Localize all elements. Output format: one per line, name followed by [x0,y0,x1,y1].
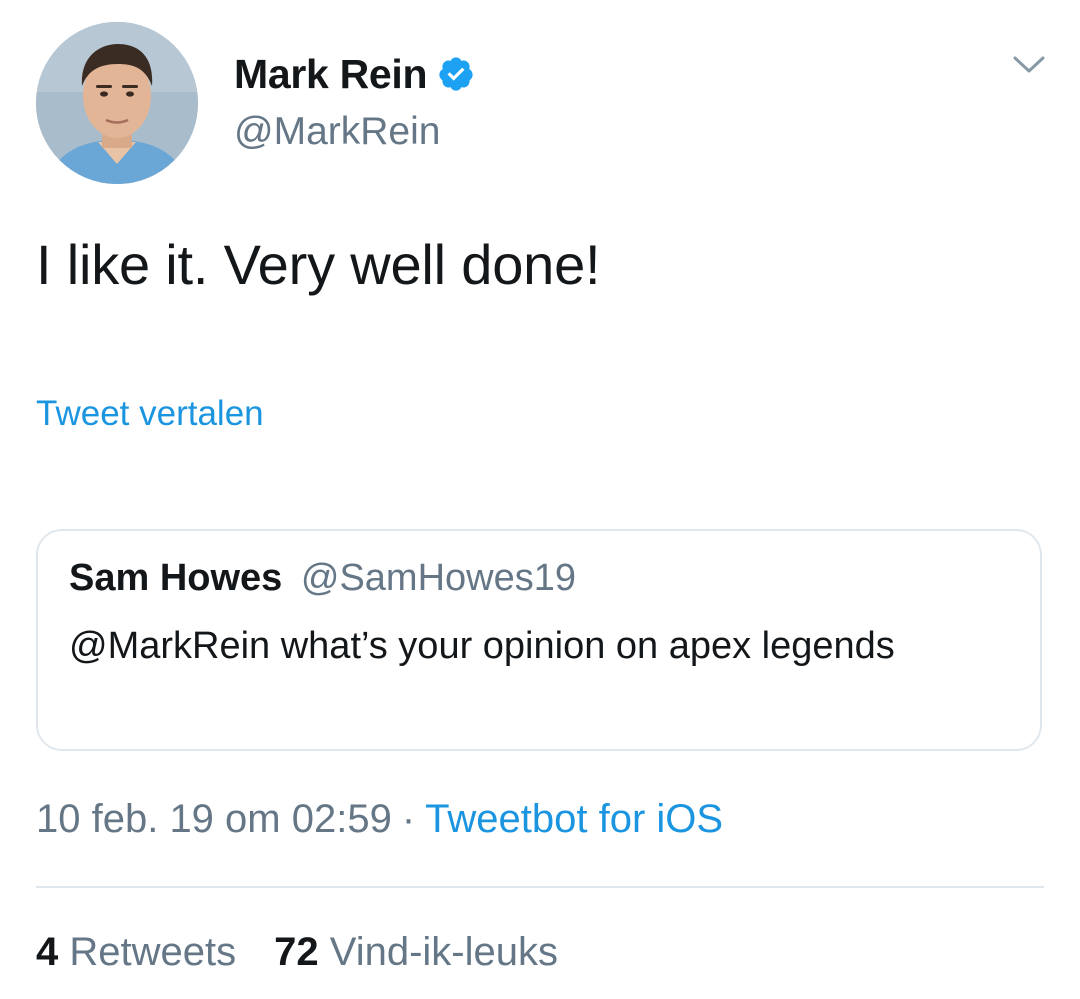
tweet-stats: 4 Retweets 72 Vind-ik-leuks [36,930,558,975]
likes-count: 72 [274,930,319,974]
quoted-tweet-header: Sam Howes @SamHowes19 [69,557,576,600]
retweets-count: 4 [36,930,59,974]
author-display-name[interactable]: Mark Rein [234,51,428,98]
avatar[interactable] [36,22,198,184]
likes-label: Vind-ik-leuks [329,930,558,974]
tweet-source-link[interactable]: Tweetbot for iOS [425,797,723,841]
chevron-down-icon[interactable] [1012,52,1046,78]
quoted-author-handle: @SamHowes19 [300,557,577,599]
tweet-meta: 10 feb. 19 om 02:59 · Tweetbot for iOS [36,797,723,842]
quoted-tweet-card[interactable]: Sam Howes @SamHowes19 @MarkRein what’s y… [36,529,1042,751]
quoted-tweet-text: @MarkRein what’s your opinion on apex le… [69,625,895,667]
translate-tweet-link[interactable]: Tweet vertalen [36,394,264,434]
author-name-row[interactable]: Mark Rein [234,48,475,100]
tweet-text: I like it. Very well done! [36,233,601,296]
meta-separator: · [401,797,416,841]
author-handle[interactable]: @MarkRein [234,110,440,154]
quoted-author-name: Sam Howes [69,557,283,599]
avatar-image [36,22,198,184]
verified-badge-icon [437,55,475,93]
retweets-stat[interactable]: 4 Retweets [36,930,236,974]
tweet-timestamp[interactable]: 10 feb. 19 om 02:59 [36,797,392,841]
divider [36,886,1044,888]
retweets-label: Retweets [69,930,237,974]
likes-stat[interactable]: 72 Vind-ik-leuks [274,930,558,974]
